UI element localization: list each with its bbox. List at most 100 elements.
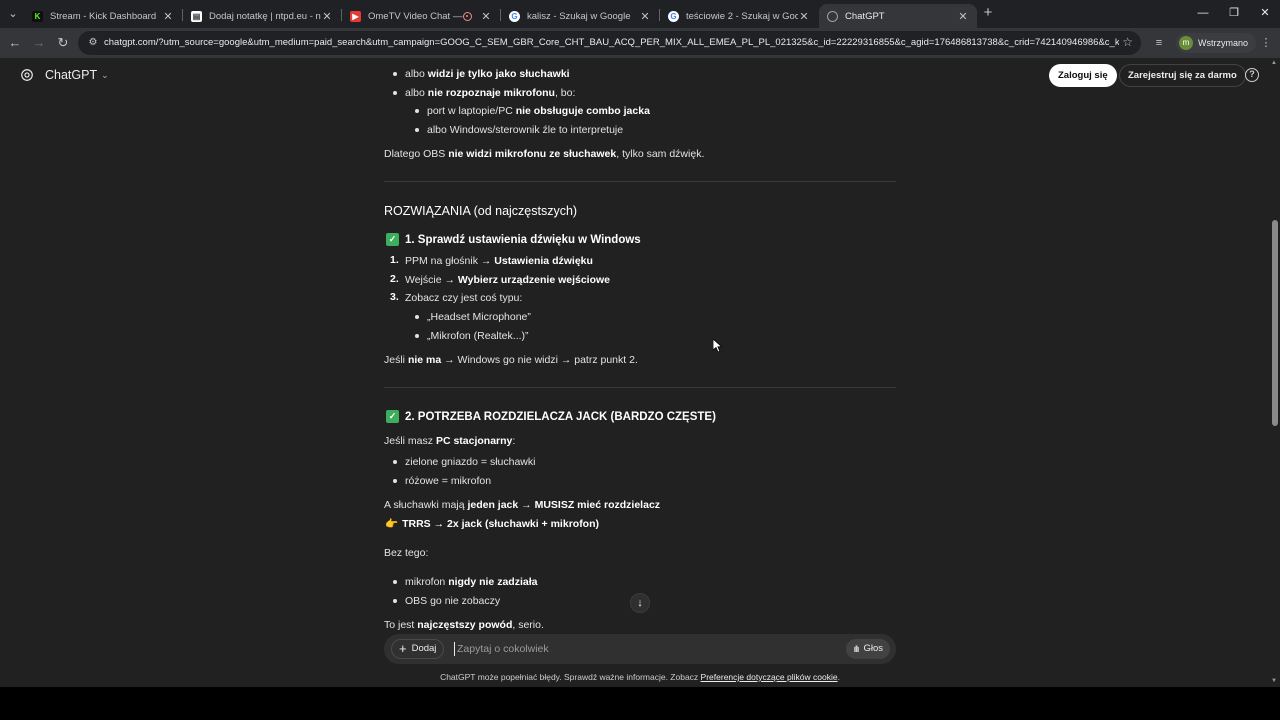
paragraph: Bez tego: [384,547,429,559]
tab-chatgpt[interactable]: ChatGPT ✕ [819,4,977,28]
paragraph: Jeśli nie ma → Windows go nie widzi → pa… [384,354,638,366]
help-icon[interactable]: ? [1245,68,1259,82]
paragraph: To jest najczęstszy powód, serio. [384,619,544,631]
new-tab-icon[interactable]: + [980,5,996,21]
prompt-input[interactable] [454,642,754,656]
chatgpt-page: ChatGPT ⌄ Zaloguj się Zarejestruj się za… [0,58,1280,687]
list-item: albo Windows/sterownik źle to interpretu… [427,124,624,136]
list-item: PPM na głośnik → Ustawienia dźwięku [405,255,593,267]
bullet [393,91,397,95]
list-number: 3. [390,291,399,303]
signup-button[interactable]: Zarejestruj się za darmo [1119,64,1246,87]
close-tab-icon[interactable]: ✕ [480,10,492,23]
bullet [415,334,419,338]
list-item: albo nie rozpoznaje mikrofonu, bo: [405,87,576,99]
list-item: albo widzi je tylko jako słuchawki [405,68,570,80]
list-item: „Headset Microphone” [427,311,531,323]
composer: + Dodaj ıllı Głos [384,634,896,664]
browser-menu-icon[interactable]: ⋮ [1258,35,1274,51]
url-text[interactable]: chatgpt.com/?utm_source=google&utm_mediu… [104,37,1119,48]
plus-icon: + [399,641,407,656]
tab-kick-dashboard[interactable]: K Stream - Kick Dashboard ✕ [24,4,182,28]
paragraph: Dlatego OBS nie widzi mikrofonu ze słuch… [384,148,705,160]
list-item: mikrofon nigdy nie zadziała [405,576,538,588]
voice-wave-icon: ıllı [853,644,859,654]
paragraph: 👉 TRRS → 2x jack (słuchawki + mikrofon) [385,518,600,530]
maximize-window-icon[interactable]: ❐ [1224,5,1244,21]
profile-status-label: Wstrzymano [1198,38,1249,48]
bullet [393,460,397,464]
kick-icon: K [32,10,43,22]
scroll-down-arrow-icon[interactable]: ▼ [1271,678,1277,684]
bullet [415,315,419,319]
add-attachment-button[interactable]: + Dodaj [391,639,445,659]
assistant-message: albo widzi je tylko jako słuchawki albo … [384,58,896,632]
close-tab-icon[interactable]: ✕ [798,10,810,23]
browser-toolbar: ← → ↻ ⚙ chatgpt.com/?utm_source=google&u… [0,28,1280,58]
tab-ometv[interactable]: ▶ OmeTV Video Chat — Ome ✕ [342,4,500,28]
scroll-to-bottom-icon[interactable]: ↓ [630,593,650,613]
list-number: 2. [390,273,399,285]
paragraph: A słuchawki mają jeden jack → MUSISZ mie… [384,499,661,511]
screen-bottom-bar [0,687,1280,720]
chatgpt-icon [827,10,838,22]
list-item: port w laptopie/PC nie obsługuje combo j… [427,105,650,117]
document-icon: ▤ [191,10,202,22]
tab-strip: ⌄ K Stream - Kick Dashboard ✕ ▤ Dodaj no… [0,0,1280,28]
tab-search-chevron-icon[interactable]: ⌄ [4,5,22,23]
divider [384,181,896,182]
cookie-preferences-link[interactable]: Preferencje dotyczące plików cookie [701,672,838,682]
avatar: m [1179,36,1193,50]
video-chat-icon: ▶ [350,10,361,22]
close-tab-icon[interactable]: ✕ [957,10,969,23]
bullet [393,599,397,603]
google-icon: G [668,10,679,22]
scroll-up-arrow-icon[interactable]: ▲ [1271,60,1277,66]
bullet [393,72,397,76]
list-item: OBS go nie zobaczy [405,595,501,607]
reading-list-icon[interactable]: ≡ [1151,35,1167,51]
reload-icon[interactable]: ↻ [54,34,72,52]
list-item: różowe = mikrofon [405,475,492,487]
recording-indicator-icon [463,11,472,21]
mouse-cursor-icon [713,339,723,353]
pointing-hand-icon: 👉 [385,518,399,530]
model-selector[interactable]: ChatGPT ⌄ [20,68,109,82]
forward-arrow-icon[interactable]: → [30,34,48,52]
close-tab-icon[interactable]: ✕ [162,10,174,23]
list-number: 1. [390,254,399,266]
section-heading-1: ✓ 1. Sprawdź ustawienia dźwięku w Window… [386,233,641,246]
google-icon: G [509,10,520,22]
paragraph: Jeśli masz PC stacjonarny: [384,435,516,447]
list-item: Wejście → Wybierz urządzenie wejściowe [405,274,611,286]
close-tab-icon[interactable]: ✕ [321,10,333,23]
disclaimer: ChatGPT może popełniać błędy. Sprawdź wa… [440,672,840,682]
minimize-window-icon[interactable]: — [1193,5,1213,21]
bullet [415,128,419,132]
tab-google-kalisz[interactable]: G kalisz - Szukaj w Google ✕ [501,4,659,28]
chevron-down-icon: ⌄ [101,69,109,80]
login-button[interactable]: Zaloguj się [1049,64,1117,87]
close-tab-icon[interactable]: ✕ [639,10,651,23]
list-item: Zobacz czy jest coś typu: [405,292,523,304]
check-mark-icon: ✓ [386,410,399,423]
voice-button[interactable]: ıllı Głos [846,639,890,659]
close-window-icon[interactable]: ✕ [1255,5,1275,21]
back-arrow-icon[interactable]: ← [6,34,24,52]
scrollbar-thumb[interactable] [1272,220,1278,426]
brand-label: ChatGPT [45,68,98,82]
check-mark-icon: ✓ [386,233,399,246]
solutions-heading: ROZWIĄZANIA (od najczęstszych) [384,204,578,218]
bullet [393,580,397,584]
divider [384,387,896,388]
list-item: „Mikrofon (Realtek...)” [427,330,529,342]
profile-button[interactable]: m Wstrzymano [1176,33,1257,53]
page-scrollbar[interactable]: ▲ ▼ [1270,58,1280,687]
openai-logo-icon [21,69,33,81]
address-bar[interactable]: ⚙ chatgpt.com/?utm_source=google&utm_med… [78,31,1141,55]
tab-ntpd-note[interactable]: ▤ Dodaj notatkę | ntpd.eu - notat ✕ [183,4,341,28]
bookmark-star-icon[interactable]: ☆ [1122,35,1133,49]
tab-google-tesciowie[interactable]: G teściowie 2 - Szukaj w Google ✕ [660,4,818,28]
bullet [393,479,397,483]
site-info-icon[interactable]: ⚙ [86,36,100,50]
